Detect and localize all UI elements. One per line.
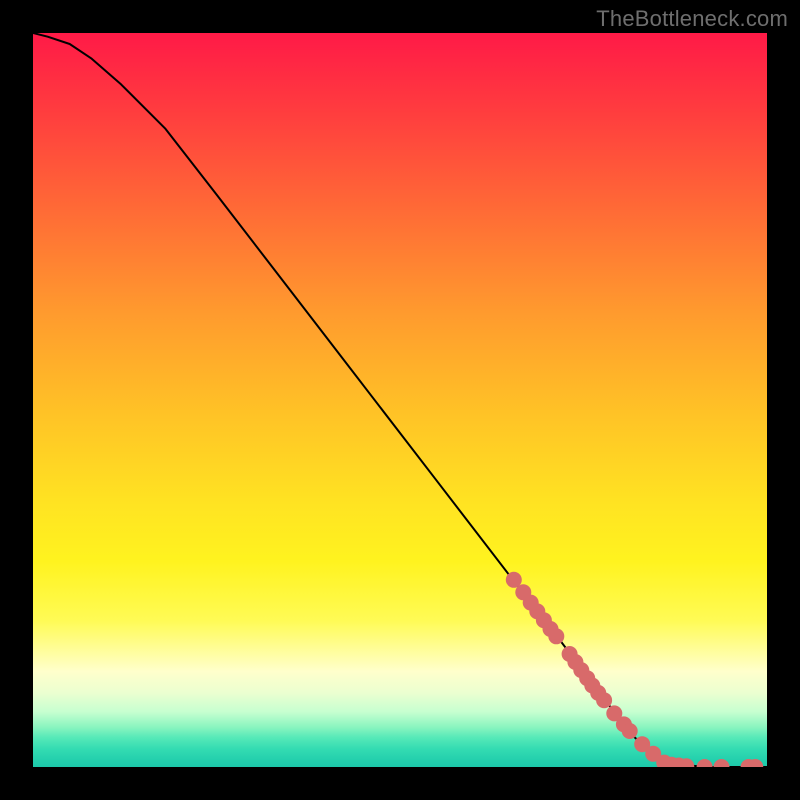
main-curve xyxy=(33,33,767,767)
data-marker xyxy=(714,759,730,767)
data-marker xyxy=(548,628,564,644)
attribution-text: TheBottleneck.com xyxy=(596,6,788,32)
curve-layer xyxy=(33,33,767,767)
chart-stage: TheBottleneck.com xyxy=(0,0,800,800)
data-marker xyxy=(697,759,713,767)
data-marker xyxy=(622,723,638,739)
plot-area xyxy=(33,33,767,767)
data-marker xyxy=(596,692,612,708)
